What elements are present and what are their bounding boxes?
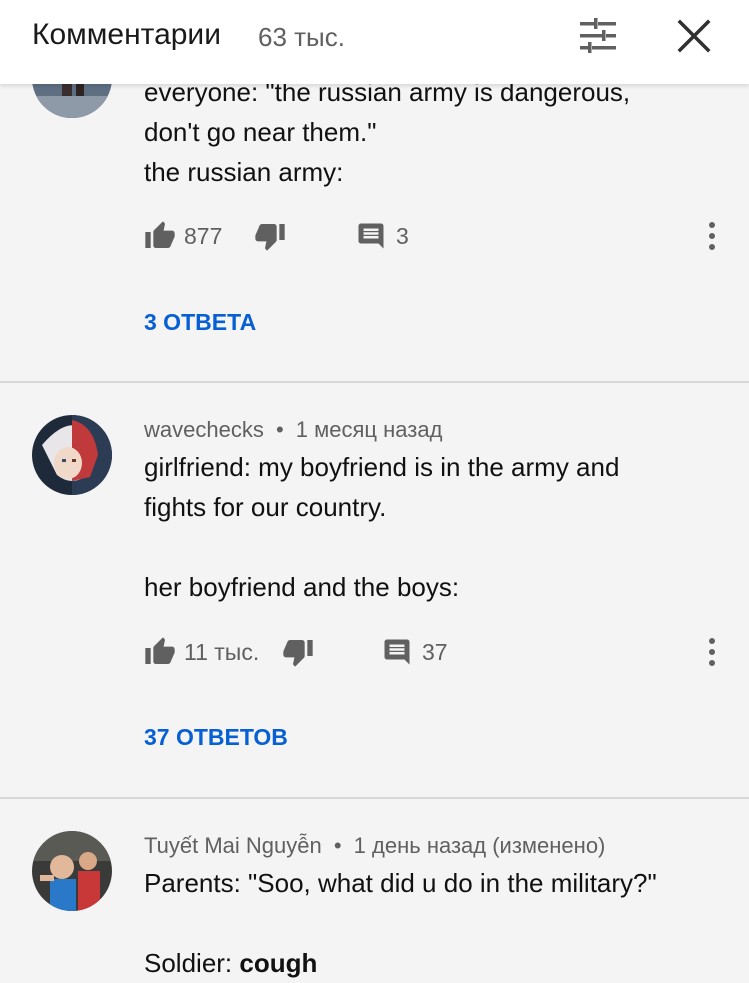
dislike-button[interactable] [254, 216, 286, 256]
comments-title: Комментарии [32, 18, 221, 51]
comment-icon [358, 223, 384, 249]
comment-time: 1 день назад (изменено) [353, 833, 606, 858]
comment-meta: wavechecks • 1 месяц назад [144, 417, 442, 443]
close-icon [677, 19, 711, 53]
comment-meta: Tuyết Mai Nguyễn • 1 день назад (изменен… [144, 833, 605, 859]
comment-line: her boyfriend and the boys: [144, 572, 460, 602]
thumb-up-icon [145, 221, 175, 248]
like-button[interactable]: 877 [144, 216, 222, 256]
like-count: 877 [184, 222, 223, 249]
avatar[interactable] [32, 831, 112, 911]
more-actions-button[interactable] [700, 632, 724, 672]
comment-actions: 11 тыс. 37 [144, 632, 724, 672]
more-actions-button[interactable] [700, 216, 724, 256]
view-replies-link[interactable]: 3 ОТВЕТА [144, 309, 256, 336]
avatar[interactable] [32, 415, 112, 495]
sort-button[interactable] [576, 16, 620, 60]
comment-author[interactable]: Tuyết Mai Nguyễn [144, 833, 322, 858]
meta-separator: • [333, 833, 342, 858]
reply-button[interactable]: 37 [382, 632, 448, 672]
like-count: 11 тыс. [184, 638, 260, 665]
sort-icon [580, 18, 616, 53]
comment-time: 1 месяц назад [295, 417, 443, 442]
comment-line: Soldier: cough [144, 943, 657, 983]
thumb-up-icon [145, 637, 175, 664]
avatar-image [32, 415, 112, 495]
avatar-image [32, 831, 112, 911]
comment-icon [384, 639, 410, 665]
comment-line [144, 903, 657, 943]
reply-button[interactable]: 3 [356, 216, 409, 256]
like-button[interactable]: 11 тыс. [144, 632, 259, 672]
comment-line-prefix: Soldier: [144, 948, 240, 978]
reply-count: 37 [422, 638, 448, 665]
comment-line: fights for our country. [144, 492, 387, 522]
comment-line: don't go near them." [144, 117, 377, 147]
view-replies-link[interactable]: 37 ОТВЕТОВ [144, 724, 288, 751]
thumb-down-icon [283, 640, 313, 667]
comment-line: girlfriend: my boyfriend is in the army … [144, 452, 620, 482]
comments-header: Комментарии 63 тыс. [0, 0, 749, 84]
dislike-button[interactable] [282, 632, 314, 672]
close-button[interactable] [672, 14, 716, 58]
comment-item: wavechecks • 1 месяц назад girlfriend: m… [0, 383, 749, 797]
comment-bold-text: cough [239, 948, 318, 978]
comment-text: Parents: "Soo, what did u do in the mili… [144, 863, 657, 983]
comment-line: the russian army: [144, 157, 344, 187]
comment-line [144, 527, 619, 567]
meta-separator: • [275, 417, 284, 442]
comment-line: Parents: "Soo, what did u do in the mili… [144, 868, 657, 898]
comment-author[interactable]: wavechecks [144, 417, 264, 442]
comment-text: everyone: "the russian army is dangerous… [144, 72, 630, 192]
more-vert-icon [709, 638, 715, 666]
comment-actions: 877 3 [144, 216, 724, 256]
comment-text: girlfriend: my boyfriend is in the army … [144, 447, 619, 607]
reply-count: 3 [396, 222, 409, 249]
more-vert-icon [709, 222, 715, 250]
comment-item: Tuyết Mai Nguyễn • 1 день назад (изменен… [0, 799, 749, 978]
thumb-down-icon [255, 224, 285, 251]
comments-count: 63 тыс. [258, 22, 345, 52]
